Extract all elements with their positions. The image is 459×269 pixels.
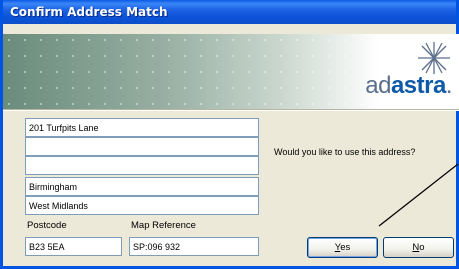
address-line1-field[interactable]: 201 Turfpits Lane [25, 118, 259, 137]
logo-accent: astra [390, 72, 446, 99]
pointer-line [378, 163, 459, 227]
star-icon [418, 42, 450, 74]
postcode-field[interactable]: B23 5EA [25, 237, 122, 256]
header-banner: adastra. [3, 34, 459, 109]
yes-button[interactable]: Yes [307, 237, 378, 258]
window-title: Confirm Address Match [10, 5, 168, 19]
address-line2-field[interactable] [25, 137, 259, 156]
town-field[interactable]: Birmingham [25, 177, 259, 196]
address-line3-field[interactable] [25, 156, 259, 175]
logo-suffix: . [445, 72, 453, 99]
confirm-question: Would you like to use this address? [274, 147, 416, 157]
adastra-logo: adastra. [327, 42, 453, 100]
yes-label: es [340, 242, 351, 253]
logo-wordmark: adastra. [365, 72, 452, 100]
postcode-label: Postcode [27, 220, 67, 231]
county-field[interactable]: West Midlands [25, 196, 259, 215]
no-label: o [419, 242, 425, 253]
logo-prefix: ad [365, 72, 391, 99]
no-button[interactable]: No [383, 237, 454, 258]
title-bar[interactable]: Confirm Address Match [3, 0, 456, 24]
map-reference-label: Map Reference [131, 220, 196, 231]
confirm-address-dialog: Confirm Address Match adastra. 201 Turfp… [0, 0, 459, 269]
banner-divider [3, 109, 459, 111]
map-reference-field[interactable]: SP:096 932 [129, 237, 259, 256]
